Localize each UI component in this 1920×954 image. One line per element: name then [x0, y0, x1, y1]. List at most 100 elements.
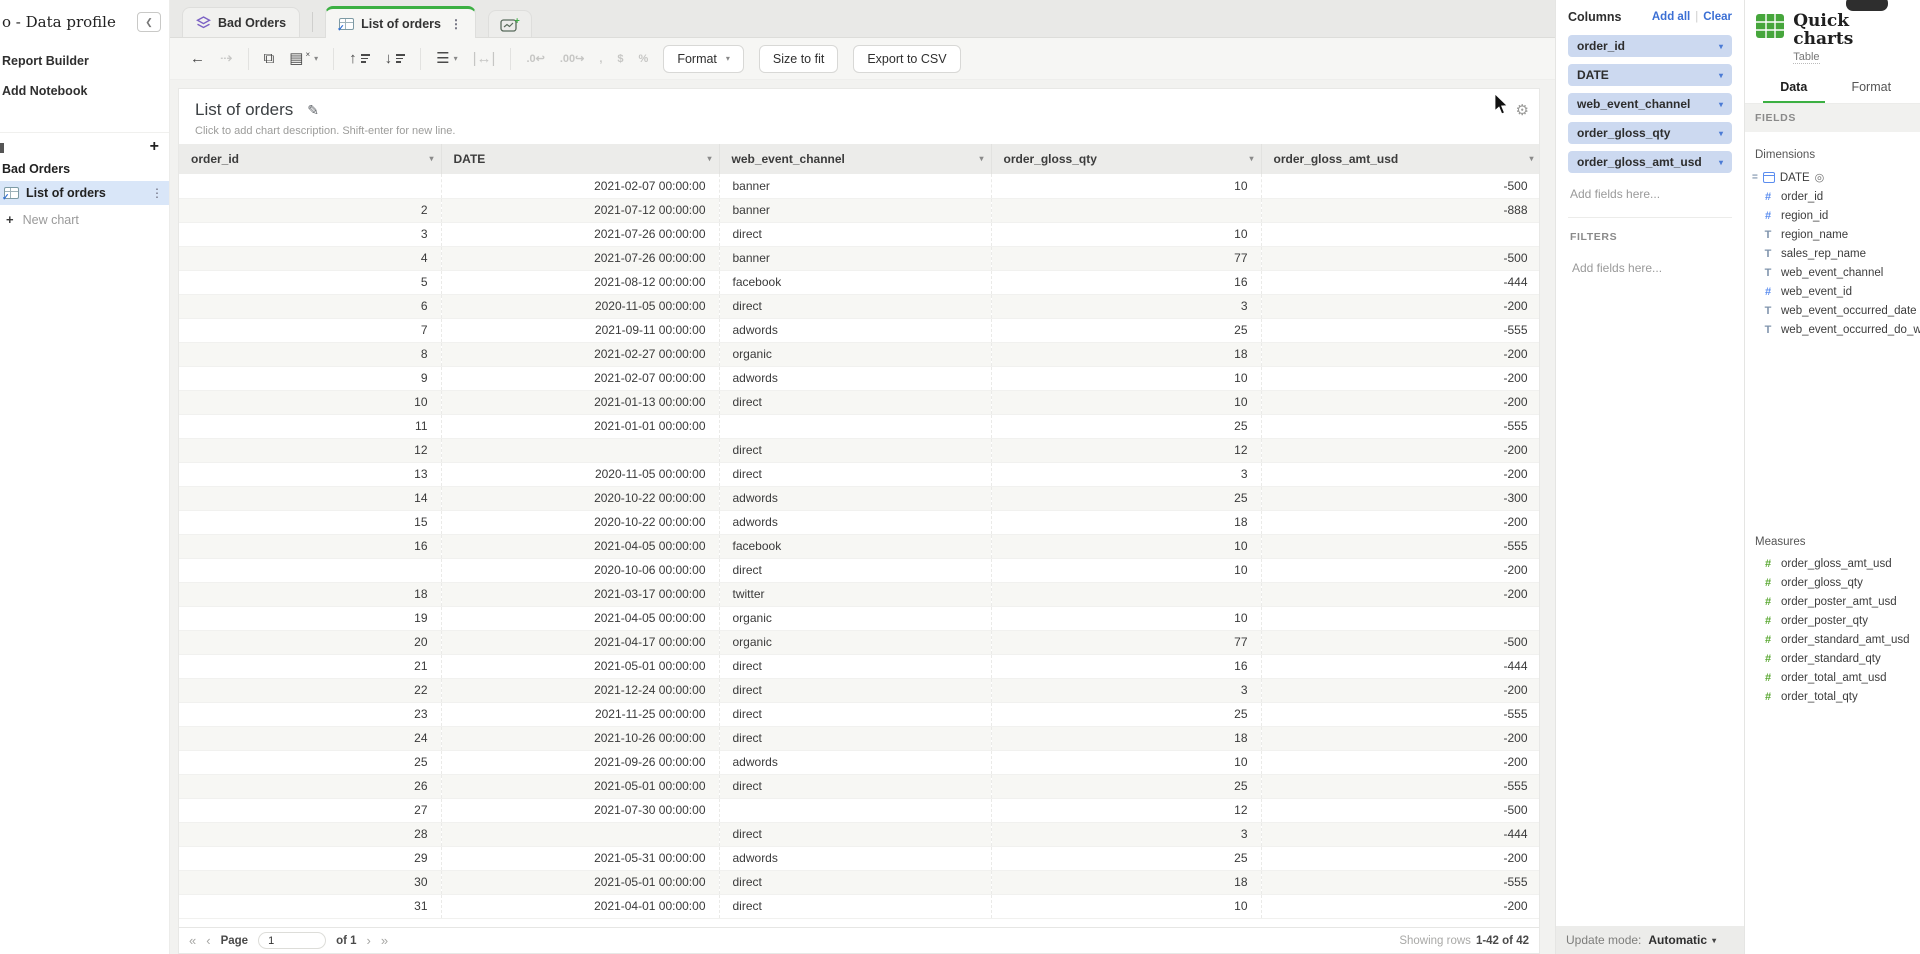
first-page-icon[interactable]: « [189, 933, 196, 948]
table-row[interactable]: 2021-02-07 00:00:00banner10-500 [179, 174, 1539, 198]
dimension-sales_rep_name[interactable]: Tsales_rep_name [1745, 245, 1920, 264]
table-row[interactable]: 32021-07-26 00:00:00direct10 [179, 222, 1539, 246]
table-row[interactable]: 62020-11-05 00:00:00direct3-200 [179, 294, 1539, 318]
sort-descending-icon[interactable]: ↓ [385, 51, 406, 66]
measure-order_gloss_amt_usd[interactable]: #order_gloss_amt_usd [1745, 555, 1920, 574]
dimension-web_event_occurred_do_w_n[interactable]: Tweb_event_occurred_do_w_n [1745, 321, 1920, 340]
column-header-DATE[interactable]: DATE▾ [441, 144, 719, 174]
add-all-link[interactable]: Add all [1652, 11, 1690, 23]
tab-data[interactable]: Data [1755, 80, 1833, 103]
sidebar-item-new-chart[interactable]: + New chart [0, 205, 169, 234]
column-pill-order_gloss_qty[interactable]: order_gloss_qty▾ [1568, 122, 1732, 144]
table-row[interactable]: 28direct3-444 [179, 822, 1539, 846]
column-pill-web_event_channel[interactable]: web_event_channel▾ [1568, 93, 1732, 115]
table-row[interactable]: 112021-01-01 00:00:0025-555 [179, 414, 1539, 438]
table-row[interactable]: 142020-10-22 00:00:00adwords25-300 [179, 486, 1539, 510]
column-header-order_gloss_qty[interactable]: order_gloss_qty▾ [991, 144, 1261, 174]
table-row[interactable]: 132020-11-05 00:00:00direct3-200 [179, 462, 1539, 486]
table-row[interactable]: 22021-07-12 00:00:00banner-888 [179, 198, 1539, 222]
measure-order_gloss_qty[interactable]: #order_gloss_qty [1745, 574, 1920, 593]
clipped-section-label [0, 143, 4, 153]
workspace-title: o - Data profile [2, 13, 116, 31]
table-row[interactable]: 2020-10-06 00:00:00direct10-200 [179, 558, 1539, 582]
table-row[interactable]: 12direct12-200 [179, 438, 1539, 462]
table-row[interactable]: 252021-09-26 00:00:00adwords10-200 [179, 750, 1539, 774]
table-row[interactable]: 212021-05-01 00:00:00direct16-444 [179, 654, 1539, 678]
column-header-order_id[interactable]: order_id▾ [179, 144, 441, 174]
table-row[interactable]: 302021-05-01 00:00:00direct18-555 [179, 870, 1539, 894]
tab-list-of-orders[interactable]: ✓ List of orders ⋮ [325, 6, 476, 38]
column-header-order_gloss_amt_usd[interactable]: order_gloss_amt_usd▾ [1261, 144, 1539, 174]
filters-add-fields-dropzone[interactable]: Add fields here... [1570, 243, 1730, 291]
table-row[interactable]: 42021-07-26 00:00:00banner77-500 [179, 246, 1539, 270]
table-row[interactable]: 242021-10-26 00:00:00direct18-200 [179, 726, 1539, 750]
format-button[interactable]: Format▾ [663, 45, 744, 73]
sidebar-item-list-of-orders[interactable]: ✓ List of orders ⋮ [0, 181, 169, 205]
sidebar-collapse-button[interactable]: ❮ [137, 12, 161, 32]
table-row[interactable]: 292021-05-31 00:00:00adwords25-200 [179, 846, 1539, 870]
chart-title[interactable]: List of orders [195, 100, 293, 120]
back-arrow-icon[interactable]: ← [190, 51, 205, 66]
table-row[interactable]: 262021-05-01 00:00:00direct25-555 [179, 774, 1539, 798]
new-chart-tab-button[interactable]: + [488, 10, 532, 37]
chart-description-placeholder[interactable]: Click to add chart description. Shift-en… [195, 125, 1523, 137]
table-row[interactable]: 182021-03-17 00:00:00twitter-200 [179, 582, 1539, 606]
dimension-region_id[interactable]: #region_id [1745, 207, 1920, 226]
table-row[interactable]: 202021-04-17 00:00:00organic77-500 [179, 630, 1539, 654]
measure-order_total_qty[interactable]: #order_total_qty [1745, 688, 1920, 707]
dimension-web_event_occurred_date[interactable]: Tweb_event_occurred_date [1745, 302, 1920, 321]
table-row[interactable]: 102021-01-13 00:00:00direct10-200 [179, 390, 1539, 414]
export-to-csv-button[interactable]: Export to CSV [853, 45, 960, 73]
table-row[interactable]: 222021-12-24 00:00:00direct3-200 [179, 678, 1539, 702]
align-icon[interactable]: ☰▾ [436, 51, 457, 66]
table-row[interactable]: 312021-04-01 00:00:00direct10-200 [179, 894, 1539, 918]
table-row[interactable]: 232021-11-25 00:00:00direct25-555 [179, 702, 1539, 726]
dimension-web_event_id[interactable]: #web_event_id [1745, 283, 1920, 302]
dimension-region_name[interactable]: Tregion_name [1745, 226, 1920, 245]
clear-link[interactable]: Clear [1703, 11, 1732, 23]
chart-type-label[interactable]: Table [1793, 51, 1819, 64]
chart-options-kebab-icon[interactable]: ⋮ [151, 186, 163, 200]
table-row[interactable]: 52021-08-12 00:00:00facebook16-444 [179, 270, 1539, 294]
table-row[interactable]: 72021-09-11 00:00:00adwords25-555 [179, 318, 1539, 342]
table-settings-gear-icon[interactable]: ⚙ [1516, 101, 1529, 119]
update-mode-dropdown[interactable]: Automatic ▾ [1648, 933, 1716, 947]
page-number-input[interactable] [258, 932, 326, 949]
measure-order_standard_qty[interactable]: #order_standard_qty [1745, 650, 1920, 669]
tab-bad-orders[interactable]: Bad Orders [182, 7, 300, 37]
column-header-web_event_channel[interactable]: web_event_channel▾ [719, 144, 991, 174]
edit-title-pencil-icon[interactable]: ✎ [307, 102, 319, 119]
last-page-icon[interactable]: » [381, 933, 388, 948]
column-pill-order_id[interactable]: order_id▾ [1568, 35, 1732, 57]
sort-ascending-icon[interactable]: ↑ [349, 51, 370, 66]
column-pill-DATE[interactable]: DATE▾ [1568, 64, 1732, 86]
chevron-down-icon: ▾ [1719, 158, 1723, 167]
dimension-order_id[interactable]: #order_id [1745, 188, 1920, 207]
tab-options-kebab-icon[interactable]: ⋮ [450, 17, 462, 31]
measure-order_standard_amt_usd[interactable]: #order_standard_amt_usd [1745, 631, 1920, 650]
sidebar-item-report-builder[interactable]: Report Builder [0, 46, 169, 76]
previous-page-icon[interactable]: ‹ [206, 933, 210, 948]
sidebar-item-add-notebook[interactable]: Add Notebook [0, 76, 169, 106]
sidebar-report-bad-orders[interactable]: Bad Orders [0, 157, 169, 181]
table-row[interactable]: 162021-04-05 00:00:00facebook10-555 [179, 534, 1539, 558]
table-row[interactable]: 92021-02-07 00:00:00adwords10-200 [179, 366, 1539, 390]
table-row[interactable]: 272021-07-30 00:00:0012-500 [179, 798, 1539, 822]
columns-add-fields-dropzone[interactable]: Add fields here... [1568, 180, 1732, 217]
add-report-button[interactable]: + [150, 141, 159, 153]
dimension-web_event_channel[interactable]: Tweb_event_channel [1745, 264, 1920, 283]
measure-order_poster_amt_usd[interactable]: #order_poster_amt_usd [1745, 593, 1920, 612]
table-row[interactable]: 152020-10-22 00:00:00adwords18-200 [179, 510, 1539, 534]
table-row[interactable]: 192021-04-05 00:00:00organic10 [179, 606, 1539, 630]
size-to-fit-button[interactable]: Size to fit [759, 45, 838, 73]
next-page-icon[interactable]: › [367, 933, 371, 948]
remove-chart-icon[interactable]: ▤×▾ [289, 51, 318, 66]
measure-order_total_amt_usd[interactable]: #order_total_amt_usd [1745, 669, 1920, 688]
measure-order_poster_qty[interactable]: #order_poster_qty [1745, 612, 1920, 631]
duplicate-chart-icon[interactable]: ⧉ [264, 51, 275, 66]
tab-format[interactable]: Format [1833, 80, 1911, 103]
table-row[interactable]: 82021-02-27 00:00:00organic18-200 [179, 342, 1539, 366]
dimension-DATE[interactable]: =DATE◎ [1745, 168, 1920, 188]
quick-charts-panel: Quick charts Table Data Format FIELDS Di… [1745, 0, 1920, 954]
column-pill-order_gloss_amt_usd[interactable]: order_gloss_amt_usd▾ [1568, 151, 1732, 173]
